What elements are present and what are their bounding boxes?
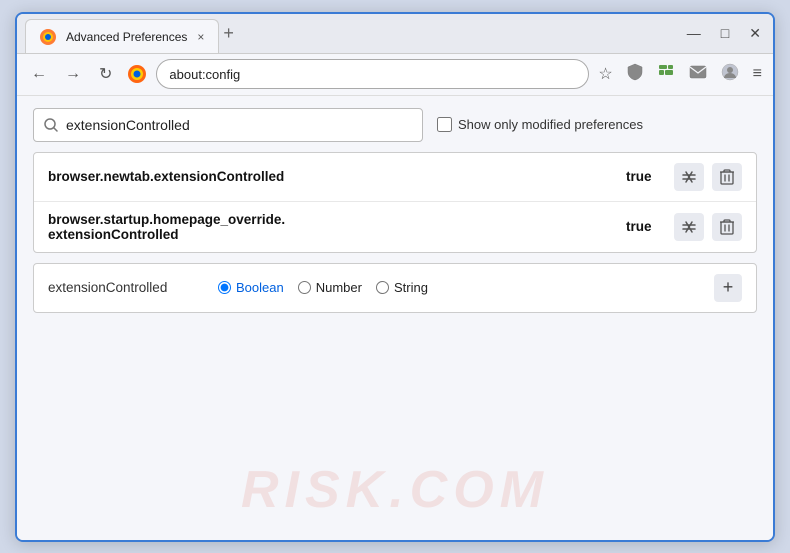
- boolean-label: Boolean: [236, 280, 284, 295]
- nav-bar: ← → ↻ about:config ☆: [17, 54, 773, 96]
- results-table: browser.newtab.extensionControlled true: [33, 152, 757, 253]
- new-pref-name: extensionControlled: [48, 280, 208, 295]
- back-button[interactable]: ←: [25, 61, 53, 87]
- close-button[interactable]: ✕: [745, 23, 765, 44]
- pref-name-1: browser.newtab.extensionControlled: [48, 169, 618, 184]
- browser-window: Advanced Preferences × + — □ ✕ ← → ↻ abo…: [15, 12, 775, 542]
- search-input[interactable]: [66, 117, 412, 133]
- number-label: Number: [316, 280, 362, 295]
- string-label: String: [394, 280, 428, 295]
- number-radio[interactable]: [298, 281, 311, 294]
- search-icon: [44, 118, 58, 132]
- delete-icon: [720, 219, 734, 235]
- tab-title: Advanced Preferences: [66, 30, 187, 44]
- profile-icon[interactable]: [718, 60, 742, 89]
- row-actions-2: [674, 213, 742, 241]
- nav-icons-right: ☆: [595, 60, 765, 89]
- string-radio[interactable]: [376, 281, 389, 294]
- add-new-row: extensionControlled Boolean Number Strin…: [33, 263, 757, 313]
- delete-button-1[interactable]: [712, 163, 742, 191]
- type-radio-group: Boolean Number String: [218, 280, 704, 295]
- search-row: Show only modified preferences: [33, 108, 757, 142]
- address-bar[interactable]: about:config: [156, 59, 589, 89]
- show-modified-text: Show only modified preferences: [458, 117, 643, 132]
- minimize-button[interactable]: —: [683, 23, 705, 43]
- edit-icon: [681, 170, 697, 184]
- watermark: risk.com: [241, 460, 549, 520]
- delete-icon: [720, 169, 734, 185]
- edit-button-2[interactable]: [674, 213, 704, 241]
- shield-icon[interactable]: [624, 60, 646, 89]
- pref-value-2: true: [626, 219, 666, 234]
- reload-button[interactable]: ↻: [93, 60, 118, 88]
- new-tab-button[interactable]: +: [223, 23, 234, 44]
- content-area: risk.com Show only modified preferences …: [17, 96, 773, 540]
- pref-value-1: true: [626, 169, 666, 184]
- search-box[interactable]: [33, 108, 423, 142]
- maximize-button[interactable]: □: [717, 23, 733, 43]
- show-modified-checkbox[interactable]: [437, 117, 452, 132]
- tab-close-button[interactable]: ×: [195, 30, 206, 44]
- mail-icon[interactable]: [686, 62, 710, 87]
- edit-button-1[interactable]: [674, 163, 704, 191]
- firefox-tab-icon: [38, 27, 58, 47]
- address-text: about:config: [169, 67, 240, 82]
- pref-name-2: browser.startup.homepage_override. exten…: [48, 212, 618, 242]
- string-radio-label[interactable]: String: [376, 280, 428, 295]
- table-row: browser.startup.homepage_override. exten…: [34, 202, 756, 252]
- menu-icon[interactable]: ≡: [750, 62, 765, 86]
- browser-tab[interactable]: Advanced Preferences ×: [25, 19, 219, 53]
- window-controls: — □ ✕: [683, 23, 765, 44]
- extension-icon[interactable]: [654, 60, 678, 89]
- firefox-logo-icon: [126, 63, 148, 85]
- bookmark-icon[interactable]: ☆: [595, 61, 615, 87]
- row-actions-1: [674, 163, 742, 191]
- add-pref-button[interactable]: +: [714, 274, 742, 302]
- title-bar: Advanced Preferences × + — □ ✕: [17, 14, 773, 54]
- table-row: browser.newtab.extensionControlled true: [34, 153, 756, 202]
- boolean-radio-label[interactable]: Boolean: [218, 280, 284, 295]
- show-modified-label[interactable]: Show only modified preferences: [437, 117, 643, 132]
- pref-name-2-line1: browser.startup.homepage_override.: [48, 212, 618, 227]
- forward-button[interactable]: →: [59, 61, 87, 87]
- pref-name-2-line2: extensionControlled: [48, 227, 618, 242]
- number-radio-label[interactable]: Number: [298, 280, 362, 295]
- delete-button-2[interactable]: [712, 213, 742, 241]
- edit-icon: [681, 220, 697, 234]
- boolean-radio[interactable]: [218, 281, 231, 294]
